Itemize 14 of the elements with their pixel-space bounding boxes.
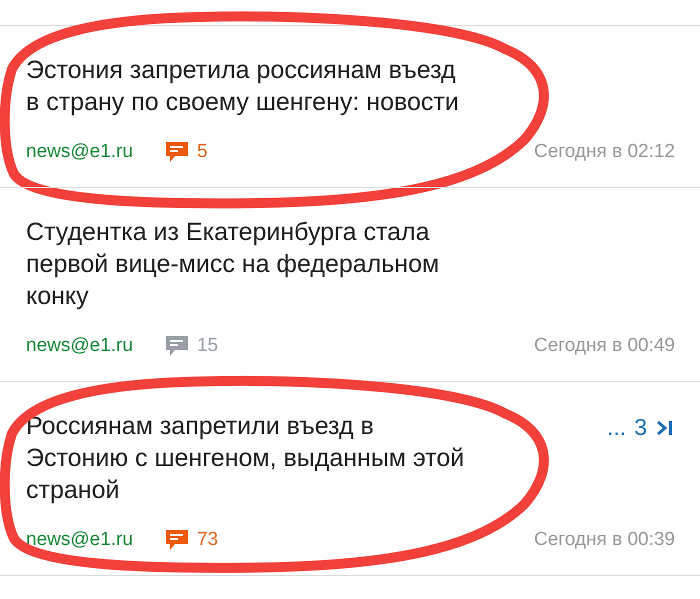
news-title[interactable]: Студентка из Екатеринбурга стала первой вице-мисс на федеральном конку	[26, 216, 440, 312]
source-link[interactable]: news@e1.ru	[26, 335, 133, 357]
pagination-ellipsis[interactable]: ...	[607, 414, 626, 441]
news-date: Сегодня в 00:39	[534, 529, 675, 551]
news-title[interactable]: Россиянам запретили въезд в Эстонию с шенгеном, выданным этой страной	[26, 410, 464, 506]
source-link[interactable]: news@e1.ru	[26, 529, 133, 551]
news-title[interactable]: Эстония запретила россиянам въезд в страну по своему шенгену: новости	[26, 54, 459, 118]
news-date: Сегодня в 02:12	[534, 141, 675, 163]
source-link[interactable]: news@e1.ru	[26, 141, 133, 163]
comment-count[interactable]: 73	[196, 529, 218, 551]
news-date: Сегодня в 00:49	[534, 335, 675, 357]
comment-count[interactable]: 5	[196, 141, 208, 163]
comment-count[interactable]: 15	[196, 335, 218, 357]
page-number[interactable]: 3	[634, 414, 647, 441]
